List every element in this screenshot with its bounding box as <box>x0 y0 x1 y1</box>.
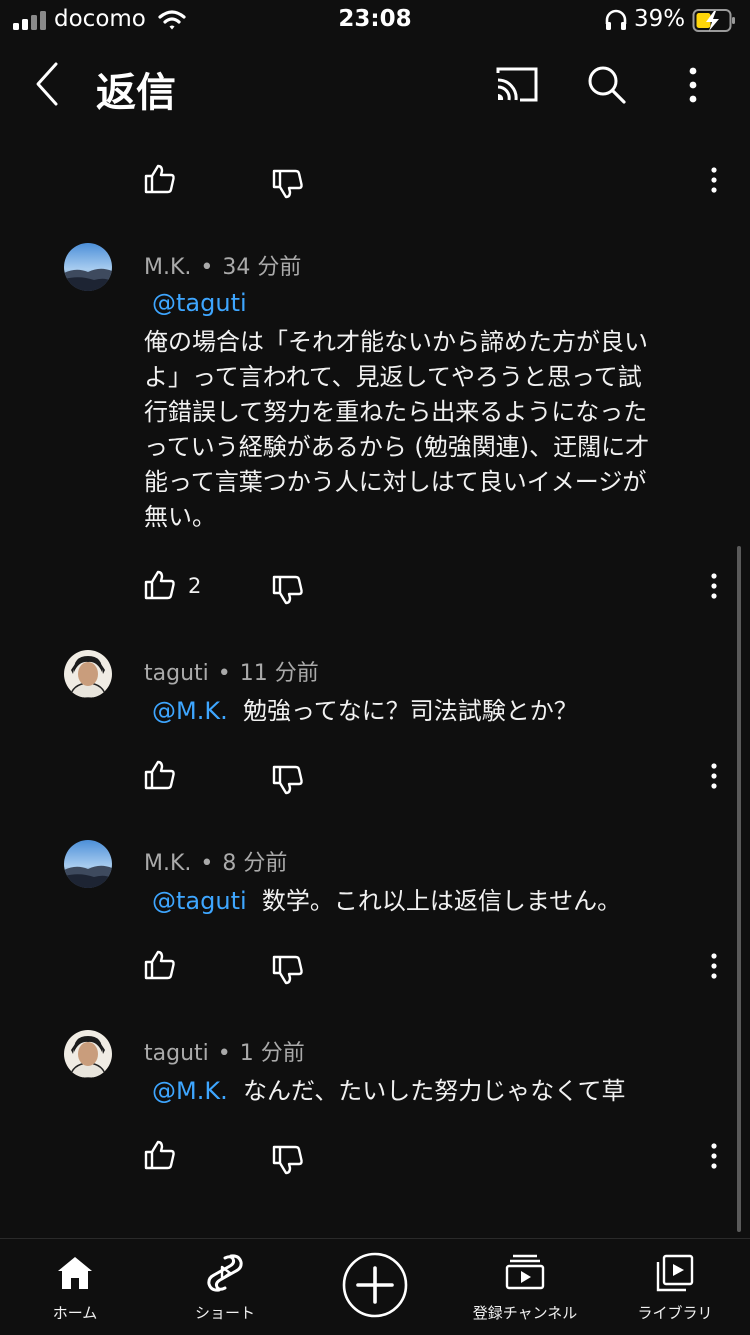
comment-text: @taguti 数学。これ以上は返信しません。 <box>144 884 724 919</box>
comment-text: @M.K. なんだ、たいした努力じゃなくて草 <box>144 1074 724 1109</box>
mention-link[interactable]: @M.K. <box>152 1077 228 1105</box>
home-icon <box>57 1256 93 1290</box>
thumb-down-icon <box>272 575 303 605</box>
battery-percentage: 39% <box>634 6 686 32</box>
comment-mention-line: @taguti <box>144 289 247 317</box>
comment-author[interactable]: taguti <box>144 1041 209 1066</box>
comment-text-line: よ」って言われて、見返してやろうと思って試 <box>144 363 642 391</box>
nav-home[interactable]: ホーム <box>0 1239 150 1335</box>
thumb-up-icon <box>144 760 175 790</box>
comment-more-icon[interactable] <box>707 1143 721 1169</box>
search-icon[interactable] <box>586 64 628 106</box>
like-button[interactable] <box>144 759 176 791</box>
comment-text-line: 俺の場合は「それ才能ないから諦めた方が良い <box>144 328 648 356</box>
nav-label: ライブラリ <box>637 1304 713 1322</box>
thumb-up-icon <box>144 570 175 600</box>
thumb-down-icon <box>272 955 303 985</box>
back-arrow-icon[interactable] <box>22 60 70 108</box>
thumb-down-icon <box>272 765 303 795</box>
bottom-navigation: ホーム ショート 登録チャンネル ライブラリ <box>0 1238 750 1335</box>
comment-more-icon[interactable] <box>707 167 721 193</box>
dislike-button[interactable] <box>272 574 304 606</box>
battery-charging-icon <box>692 8 738 34</box>
comment-author[interactable]: taguti <box>144 661 209 686</box>
page-title: 返信 <box>96 70 176 116</box>
nav-label: 登録チャンネル <box>472 1304 578 1322</box>
mention-link[interactable]: @taguti <box>152 887 247 915</box>
like-button[interactable] <box>144 1139 176 1171</box>
comment-more-icon[interactable] <box>707 573 721 599</box>
nav-create[interactable] <box>300 1239 450 1335</box>
thumb-up-icon <box>144 950 175 980</box>
dislike-button[interactable] <box>272 764 304 796</box>
comment-body: 数学。これ以上は返信しません。 <box>261 887 622 915</box>
avatar[interactable] <box>64 840 112 888</box>
comment-time: 11 分前 <box>239 661 319 686</box>
comment-text-line: 行錯誤して努力を重ねたら出来るようになった <box>144 398 648 426</box>
comment-body: なんだ、たいした努力じゃなくて草 <box>242 1077 626 1105</box>
comment-author[interactable]: M.K. <box>144 255 191 280</box>
comment-time: 34 分前 <box>222 255 302 280</box>
nav-subscriptions[interactable]: 登録チャンネル <box>450 1239 600 1335</box>
like-button[interactable] <box>144 569 176 601</box>
comment-more-icon[interactable] <box>707 763 721 789</box>
status-bar: docomo 23:08 39% <box>0 0 750 44</box>
avatar[interactable] <box>64 1030 112 1078</box>
comment-meta: M.K. • 34 分前 <box>144 255 302 280</box>
cast-icon[interactable] <box>494 64 540 104</box>
library-icon <box>656 1254 694 1292</box>
dislike-button[interactable] <box>272 954 304 986</box>
scrollbar[interactable] <box>737 546 741 1232</box>
nav-library[interactable]: ライブラリ <box>600 1239 750 1335</box>
subscriptions-icon <box>505 1254 545 1290</box>
comment-text-line: っていう経験があるから (勉強関連)、迂闊に才 <box>144 433 650 461</box>
mention-link[interactable]: @taguti <box>152 289 247 317</box>
nav-label: ホーム <box>52 1304 98 1322</box>
nav-label: ショート <box>194 1304 255 1322</box>
shorts-icon <box>206 1253 244 1293</box>
comment-text: @M.K. 勉強ってなに？司法試験とか？ <box>144 694 724 729</box>
comment-meta: taguti • 11 分前 <box>144 661 319 686</box>
like-button[interactable] <box>144 163 176 195</box>
dislike-button[interactable] <box>272 1144 304 1176</box>
like-count: 2 <box>188 574 202 598</box>
create-plus-icon <box>342 1252 408 1318</box>
comment-meta: taguti • 1 分前 <box>144 1041 305 1066</box>
thumb-up-icon <box>144 164 175 194</box>
dislike-button[interactable] <box>272 168 304 200</box>
comment-time: 1 分前 <box>239 1041 305 1066</box>
comment-body: 勉強ってなに？司法試験とか？ <box>242 697 578 725</box>
more-vert-icon[interactable] <box>684 66 702 104</box>
comment-text-line: 無い。 <box>144 503 216 531</box>
avatar[interactable] <box>64 650 112 698</box>
nav-shorts[interactable]: ショート <box>150 1239 300 1335</box>
like-button[interactable] <box>144 949 176 981</box>
avatar[interactable] <box>64 243 112 291</box>
comment-text: 俺の場合は「それ才能ないから諦めた方が良い よ」って言われて、見返してやろうと思… <box>144 325 704 535</box>
thumb-up-icon <box>144 1140 175 1170</box>
headphones-icon <box>604 9 628 31</box>
thumb-down-icon <box>272 1145 303 1175</box>
comment-time: 8 分前 <box>222 851 288 876</box>
comment-text-line: 能って言葉つかう人に対しはて良いイメージが <box>144 468 647 496</box>
comment-meta: M.K. • 8 分前 <box>144 851 288 876</box>
thumb-down-icon <box>272 169 303 199</box>
mention-link[interactable]: @M.K. <box>152 697 228 725</box>
comment-more-icon[interactable] <box>707 953 721 979</box>
comment-author[interactable]: M.K. <box>144 851 191 876</box>
